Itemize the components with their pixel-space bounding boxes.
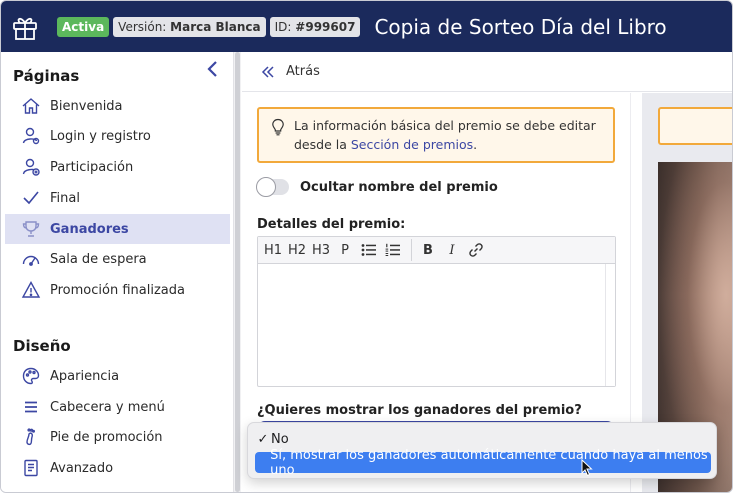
- back-bar: Atrás: [242, 52, 732, 92]
- warning-icon: [19, 278, 43, 302]
- sidebar-item-label: Avanzado: [50, 460, 114, 476]
- user-add-icon: [19, 155, 43, 179]
- hide-prize-name-row: Ocultar nombre del premio: [256, 177, 498, 197]
- sidebar-item-label: Participación: [50, 159, 134, 175]
- version-badge: Versión: Marca Blanca: [113, 16, 266, 37]
- lightbulb-icon: [271, 118, 285, 141]
- trophy-icon: [19, 217, 43, 241]
- sidebar-item-label: Bienvenida: [50, 98, 123, 114]
- info-alert: La información básica del premio se debe…: [257, 107, 615, 163]
- option-label: No: [271, 432, 289, 447]
- paragraph-button[interactable]: P: [335, 239, 355, 261]
- status-badge: Activa: [57, 16, 110, 37]
- sidebar-item-participacion[interactable]: Participación: [5, 152, 230, 182]
- prize-details-editor: H1 H2 H3 P B I: [257, 236, 616, 387]
- sidebar-item-label: Ganadores: [50, 221, 129, 237]
- sidebar-item-label: Cabecera y menú: [50, 399, 165, 415]
- preview-prize-box: [658, 107, 732, 145]
- mouse-cursor-icon: [581, 458, 593, 481]
- sidebar-item-final[interactable]: Final: [5, 183, 230, 213]
- home-icon: [19, 94, 43, 118]
- palette-icon: [19, 364, 43, 388]
- premios-section-link[interactable]: Sección de premios: [351, 137, 473, 152]
- user-login-icon: [19, 124, 43, 148]
- page-title: Copia de Sorteo Día del Libro: [374, 14, 667, 39]
- sidebar-item-promocion-finalizada[interactable]: Promoción finalizada: [5, 275, 230, 305]
- sidebar-item-label: Promoción finalizada: [50, 282, 185, 298]
- sidebar-item-bienvenida[interactable]: Bienvenida: [5, 91, 230, 121]
- italic-button[interactable]: I: [442, 239, 462, 261]
- option-label: Sí, mostrar los ganadores automáticament…: [270, 447, 708, 478]
- toggle-knob: [256, 177, 276, 197]
- version-label: Versión:: [118, 19, 167, 34]
- info-text-end: .: [473, 137, 478, 152]
- hide-prize-name-label: Ocultar nombre del premio: [300, 179, 498, 195]
- sidebar-item-sala-espera[interactable]: Sala de espera: [5, 244, 230, 274]
- prize-details-label: Detalles del premio:: [257, 217, 406, 232]
- option-yes-auto[interactable]: Sí, mostrar los ganadores automáticament…: [255, 448, 711, 478]
- app-header: Activa Versión: Marca Blanca ID: #999607…: [1, 1, 732, 52]
- menu-icon: [19, 395, 43, 419]
- footprint-icon: [19, 425, 43, 449]
- toolbar-separator: [411, 239, 412, 261]
- checkmark-icon: ✓: [257, 432, 269, 447]
- id-value: #999607: [295, 19, 356, 34]
- double-chevron-left-icon[interactable]: [260, 64, 276, 80]
- bold-button[interactable]: B: [418, 239, 438, 261]
- h1-button[interactable]: H1: [263, 239, 283, 261]
- sidebar-item-avanzado[interactable]: Avanzado: [5, 453, 230, 483]
- sidebar-item-label: Apariencia: [50, 368, 120, 384]
- numbered-list-icon[interactable]: [383, 239, 403, 261]
- sidebar-scrollbar-thumb[interactable]: [235, 52, 240, 492]
- document-icon: [19, 456, 43, 480]
- gift-icon[interactable]: [1, 1, 49, 52]
- sidebar-item-label: Final: [50, 190, 80, 206]
- editor-toolbar: H1 H2 H3 P B I: [258, 237, 615, 264]
- back-link[interactable]: Atrás: [286, 64, 320, 79]
- show-winners-label: ¿Quieres mostrar los ganadores del premi…: [257, 403, 582, 418]
- app-window: Activa Versión: Marca Blanca ID: #999607…: [0, 0, 733, 493]
- sidebar-item-ganadores[interactable]: Ganadores: [5, 214, 230, 244]
- link-icon[interactable]: [466, 239, 486, 261]
- bullet-list-icon[interactable]: [359, 239, 379, 261]
- gauge-icon: [19, 247, 43, 271]
- h3-button[interactable]: H3: [311, 239, 331, 261]
- sidebar-item-cabecera-menu[interactable]: Cabecera y menú: [5, 392, 230, 422]
- h2-button[interactable]: H2: [287, 239, 307, 261]
- sidebar-item-login[interactable]: Login y registro: [5, 121, 230, 151]
- check-icon: [19, 186, 43, 210]
- version-value: Marca Blanca: [170, 19, 261, 34]
- hide-prize-name-toggle[interactable]: [256, 177, 289, 197]
- sidebar-item-label: Sala de espera: [50, 251, 147, 267]
- sidebar-scrollbar[interactable]: [233, 52, 241, 492]
- sidebar-item-label: Login y registro: [50, 128, 151, 144]
- collapse-sidebar-icon[interactable]: [205, 59, 221, 79]
- sidebar-item-label: Pie de promoción: [50, 429, 163, 445]
- id-label: ID:: [274, 19, 292, 34]
- sidebar-item-pie-promocion[interactable]: Pie de promoción: [5, 422, 230, 452]
- prize-details-textarea[interactable]: [258, 264, 615, 386]
- sidebar-item-apariencia[interactable]: Apariencia: [5, 361, 230, 391]
- pages-section-title: Páginas: [13, 67, 80, 85]
- design-section-title: Diseño: [13, 337, 71, 355]
- editor-scrollbar[interactable]: [605, 264, 615, 386]
- show-winners-dropdown-menu: ✓ No Sí, mostrar los ganadores automátic…: [247, 422, 717, 479]
- id-badge: ID: #999607: [269, 16, 361, 37]
